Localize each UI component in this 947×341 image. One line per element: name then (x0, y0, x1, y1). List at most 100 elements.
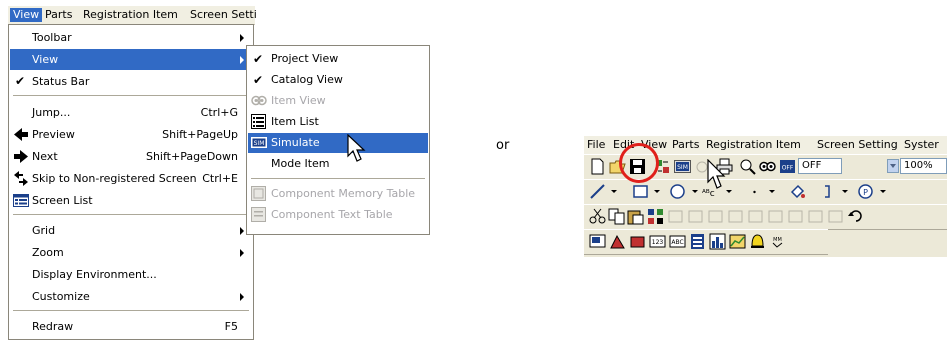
disabled-tool-icon[interactable] (807, 208, 824, 225)
chevron-down-icon[interactable] (875, 183, 892, 200)
disabled-tool-icon[interactable] (687, 208, 704, 225)
submenu-item-project-view[interactable]: ✔ Project View (248, 49, 428, 69)
menu-item-status-bar[interactable]: ✔ Status Bar (10, 71, 252, 92)
menu-item-zoom[interactable]: Zoom (10, 242, 252, 263)
toolbar-parts: 123 ABC MM (584, 229, 828, 255)
submenu-arrow-icon (240, 227, 244, 235)
chevron-down-icon[interactable] (837, 183, 854, 200)
multi-select-icon[interactable] (647, 208, 664, 225)
menu-system[interactable]: Syster (904, 138, 939, 151)
disabled-tool-icon[interactable] (747, 208, 764, 225)
submenu-arrow-icon (240, 293, 244, 301)
svg-text:123: 123 (652, 239, 664, 246)
chevron-down-icon[interactable] (606, 183, 623, 200)
menu-item-jump[interactable]: Jump... Ctrl+G (10, 102, 252, 123)
checkmark-icon: ✔ (253, 73, 264, 87)
menu-view[interactable]: View (10, 8, 43, 22)
switch-icon[interactable] (609, 233, 626, 250)
parts-tool-icon[interactable]: P (857, 183, 874, 200)
toolbar-edit (584, 204, 947, 230)
submenu-item-component-memory-table[interactable]: Component Memory Table (248, 184, 428, 204)
cut-icon[interactable] (589, 208, 606, 225)
circle-tool-icon[interactable] (669, 183, 686, 200)
submenu-item-mode-item[interactable]: Mode Item (248, 154, 428, 174)
disabled-tool-icon[interactable] (667, 208, 684, 225)
menu-separator (251, 178, 425, 179)
svg-text:P: P (863, 188, 868, 197)
submenu-item-simulate[interactable]: SIM Simulate (248, 133, 428, 153)
menu-item-preview[interactable]: Preview Shift+PageUp (10, 124, 252, 145)
view-menu: Toolbar View ✔ Status Bar Jump... Ctrl+G… (8, 24, 254, 340)
memory-table-icon (251, 186, 266, 201)
menu-registration-item[interactable]: Registration Item (706, 138, 801, 151)
undo-icon[interactable] (847, 208, 864, 225)
menu-item-skip[interactable]: Skip to Non-registered Screen Ctrl+E (10, 168, 252, 189)
lamp-icon[interactable] (629, 233, 646, 250)
menu-item-redraw[interactable]: Redraw F5 (10, 316, 252, 337)
disabled-tool-icon[interactable] (707, 208, 724, 225)
copy-icon[interactable] (608, 208, 625, 225)
arrow-left-icon (14, 128, 28, 141)
off-combo[interactable]: OFF (798, 158, 842, 174)
item-view-icon[interactable] (759, 158, 776, 175)
off-switch-icon[interactable]: OFF (779, 158, 796, 175)
char-display-icon[interactable]: ABC (669, 233, 686, 250)
new-file-icon[interactable] (589, 158, 606, 175)
menu-screen-setting[interactable]: Screen Setti (187, 8, 260, 22)
disabled-tool-icon[interactable] (767, 208, 784, 225)
zoom-icon[interactable] (739, 158, 756, 175)
chevron-down-icon[interactable] (764, 183, 781, 200)
zoom-dropdown-icon[interactable] (887, 159, 899, 173)
paste-icon[interactable] (627, 208, 644, 225)
or-label: or (496, 138, 510, 153)
checkmark-icon: ✔ (253, 52, 264, 66)
menu-item-toolbar[interactable]: Toolbar (10, 27, 252, 48)
mouse-cursor-icon (347, 134, 366, 162)
simulate-icon[interactable]: SIM (674, 158, 691, 175)
menu-file[interactable]: File (587, 138, 605, 151)
menu-parts[interactable]: Parts (672, 138, 699, 151)
submenu-arrow-icon (240, 56, 244, 64)
menu-item-grid[interactable]: Grid (10, 220, 252, 241)
bracket-tool-icon[interactable] (819, 183, 836, 200)
menu-item-screen-list[interactable]: Screen List (10, 190, 252, 211)
menu-item-display-environment[interactable]: Display Environment... (10, 264, 252, 285)
submenu-item-catalog-view[interactable]: ✔ Catalog View (248, 70, 428, 90)
table-icon[interactable] (689, 233, 706, 250)
screen-icon[interactable] (589, 233, 606, 250)
menu-separator (13, 95, 249, 96)
arrow-right-icon (14, 150, 28, 163)
menu-parts[interactable]: Parts (42, 8, 75, 22)
submenu-item-item-list[interactable]: Item List (248, 112, 428, 132)
rectangle-tool-icon[interactable] (632, 183, 649, 200)
checkmark-icon: ✔ (15, 74, 26, 88)
submenu-item-item-view[interactable]: Item View (248, 91, 428, 111)
menu-screen-setting[interactable]: Screen Setting (817, 138, 898, 151)
menu-item-customize[interactable]: Customize (10, 286, 252, 307)
dot-tool-icon[interactable] (746, 183, 763, 200)
fill-tool-icon[interactable] (789, 183, 806, 200)
disabled-tool-icon[interactable] (787, 208, 804, 225)
bar-graph-icon[interactable] (709, 233, 726, 250)
chevron-down-icon[interactable] (649, 183, 666, 200)
disabled-tool-icon[interactable] (827, 208, 844, 225)
trend-graph-icon[interactable] (729, 233, 746, 250)
menu-item-view[interactable]: View (10, 49, 252, 70)
submenu-arrow-icon (240, 34, 244, 42)
zoom-combo[interactable]: 100% (900, 158, 947, 174)
simulate-icon: SIM (251, 137, 267, 148)
menu-item-next[interactable]: Next Shift+PageDown (10, 146, 252, 167)
line-tool-icon[interactable] (589, 183, 606, 200)
highlight-circle (619, 143, 659, 183)
disabled-tool-icon[interactable] (727, 208, 744, 225)
alarm-icon[interactable] (749, 233, 766, 250)
numeric-display-icon[interactable]: 123 (649, 233, 666, 250)
svg-text:SIM: SIM (254, 140, 265, 147)
menu-registration-item[interactable]: Registration Item (80, 8, 181, 22)
svg-text:OFF: OFF (782, 165, 794, 172)
svg-text:SIM: SIM (677, 164, 688, 171)
svg-text:MM: MM (773, 237, 782, 243)
message-mode-icon[interactable]: MM (769, 233, 786, 250)
submenu-item-component-text-table[interactable]: Component Text Table (248, 205, 428, 225)
text-table-icon (251, 207, 266, 222)
